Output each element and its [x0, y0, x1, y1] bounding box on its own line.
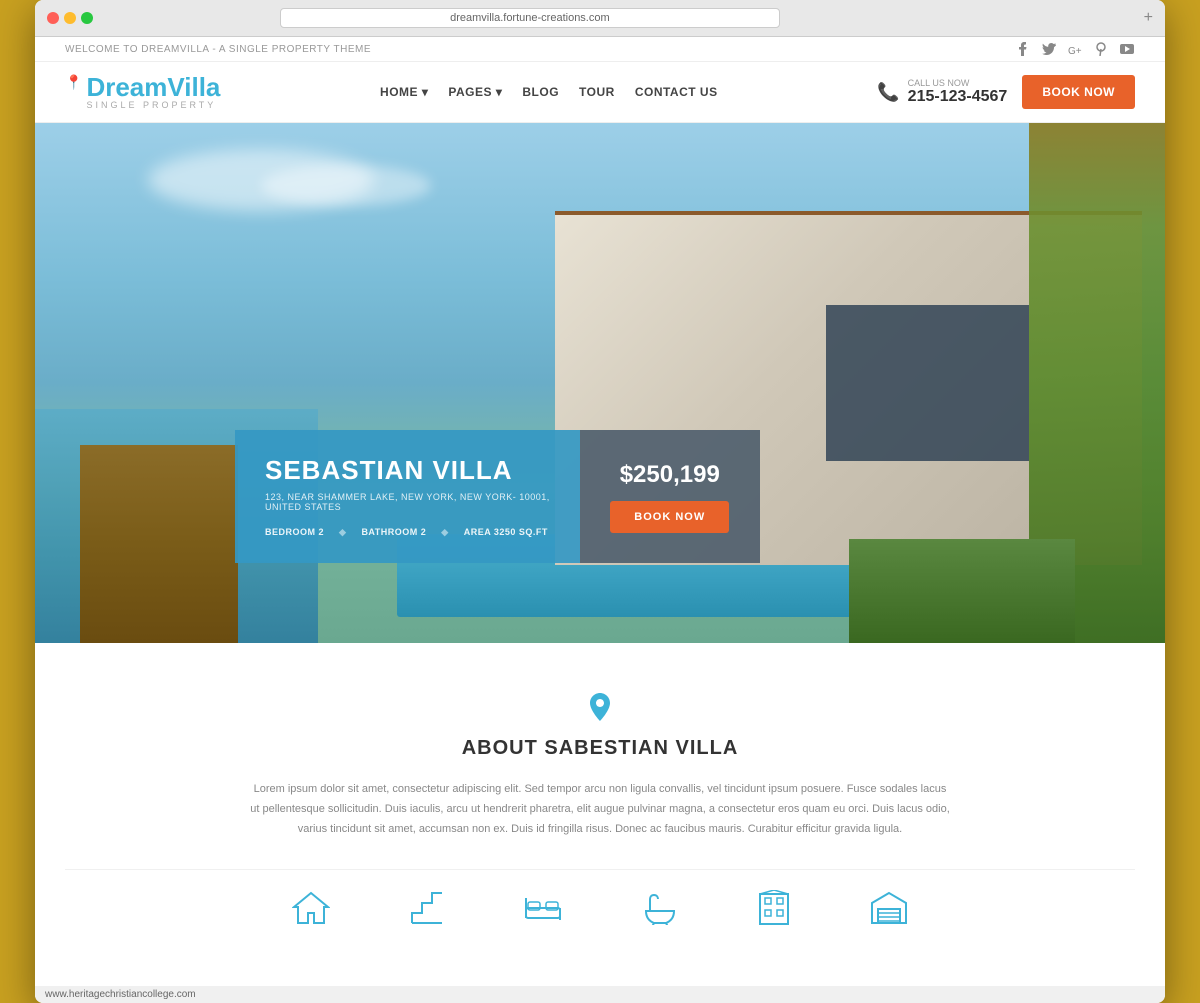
traffic-lights [47, 12, 93, 24]
call-area: 📞 CALL US NOW 215-123-4567 [877, 78, 1007, 106]
browser-window: dreamvilla.fortune-creations.com + WELCO… [35, 0, 1165, 1003]
feature-bed-icon [524, 890, 562, 926]
feature-building-icon [758, 890, 790, 926]
bathroom-feature: BATHROOM 2 [361, 527, 426, 538]
features-icon-row [65, 869, 1135, 956]
about-title: ABOUT SABESTIAN VILLA [65, 737, 1135, 760]
feature-stairs-icon [410, 890, 444, 926]
logo[interactable]: 📍 DreamVilla SINGLE PROPERTY [65, 74, 220, 110]
about-section: ABOUT SABESTIAN VILLA Lorem ipsum dolor … [35, 643, 1165, 986]
nav-links: HOME ▾ PAGES ▾ BLOG TOUR CONTACT US [380, 85, 718, 99]
area-feature: AREA 3250 SQ.FT [464, 527, 548, 538]
property-address: 123, NEAR SHAMMER LAKE, NEW YORK, NEW YO… [265, 492, 550, 512]
hero-book-now-button[interactable]: BOOK NOW [610, 501, 729, 533]
facebook-icon[interactable] [1015, 41, 1031, 57]
feature-bath-icon [642, 890, 678, 926]
nav-pages[interactable]: PAGES ▾ [448, 85, 502, 99]
vegetation [849, 539, 1075, 643]
address-bar[interactable]: dreamvilla.fortune-creations.com [280, 8, 780, 28]
about-body: Lorem ipsum dolor sit amet, consectetur … [250, 780, 950, 839]
cloud-decoration-2 [261, 165, 431, 207]
social-links: G+ [1015, 41, 1135, 57]
minimize-button[interactable] [64, 12, 76, 24]
property-name: SEBASTIAN VILLA [265, 455, 550, 486]
logo-subtitle: SINGLE PROPERTY [86, 100, 220, 110]
property-features: BEDROOM 2 ◆ BATHROOM 2 ◆ AREA 3250 SQ.FT [265, 527, 550, 538]
main-navigation: 📍 DreamVilla SINGLE PROPERTY HOME ▾ PAGE… [35, 62, 1165, 123]
browser-chrome: dreamvilla.fortune-creations.com + [35, 0, 1165, 37]
nav-right: 📞 CALL US NOW 215-123-4567 BOOK NOW [877, 75, 1135, 109]
nav-contact[interactable]: CONTACT US [635, 85, 718, 99]
logo-pin-icon: 📍 [65, 74, 82, 91]
nav-home[interactable]: HOME ▾ [380, 85, 428, 99]
call-label: CALL US NOW [908, 78, 1008, 88]
twitter-icon[interactable] [1041, 41, 1057, 57]
svg-text:G+: G+ [1068, 46, 1082, 54]
dock-area [80, 445, 238, 643]
close-button[interactable] [47, 12, 59, 24]
youtube-icon[interactable] [1119, 41, 1135, 57]
maximize-button[interactable] [81, 12, 93, 24]
google-plus-icon[interactable]: G+ [1067, 41, 1083, 57]
welcome-text: WELCOME TO DREAMVILLA - A SINGLE PROPERT… [65, 44, 371, 55]
book-now-button[interactable]: BOOK NOW [1022, 75, 1135, 109]
property-price: $250,199 [620, 461, 720, 489]
browser-actions: + [1144, 9, 1153, 27]
top-bar: WELCOME TO DREAMVILLA - A SINGLE PROPERT… [35, 37, 1165, 62]
about-pin-icon [65, 693, 1135, 727]
call-number: 215-123-4567 [908, 88, 1008, 105]
property-info-box: SEBASTIAN VILLA 123, NEAR SHAMMER LAKE, … [235, 430, 580, 563]
property-overlay: SEBASTIAN VILLA 123, NEAR SHAMMER LAKE, … [235, 430, 760, 563]
property-price-box: $250,199 BOOK NOW [580, 430, 760, 563]
logo-text: DreamVilla [86, 74, 220, 100]
pinterest-icon[interactable] [1093, 41, 1109, 57]
house-window [826, 305, 1029, 461]
nav-blog[interactable]: BLOG [522, 85, 559, 99]
feature-garage-icon [870, 890, 908, 926]
feature-house-icon [292, 890, 330, 926]
status-url: www.heritagechristiancollege.com [45, 989, 196, 1000]
status-bar: www.heritagechristiancollege.com [35, 986, 1165, 1003]
new-tab-button[interactable]: + [1144, 9, 1153, 27]
nav-tour[interactable]: TOUR [579, 85, 615, 99]
bedroom-feature: BEDROOM 2 [265, 527, 324, 538]
phone-icon: 📞 [877, 82, 899, 103]
hero-section: SEBASTIAN VILLA 123, NEAR SHAMMER LAKE, … [35, 123, 1165, 643]
